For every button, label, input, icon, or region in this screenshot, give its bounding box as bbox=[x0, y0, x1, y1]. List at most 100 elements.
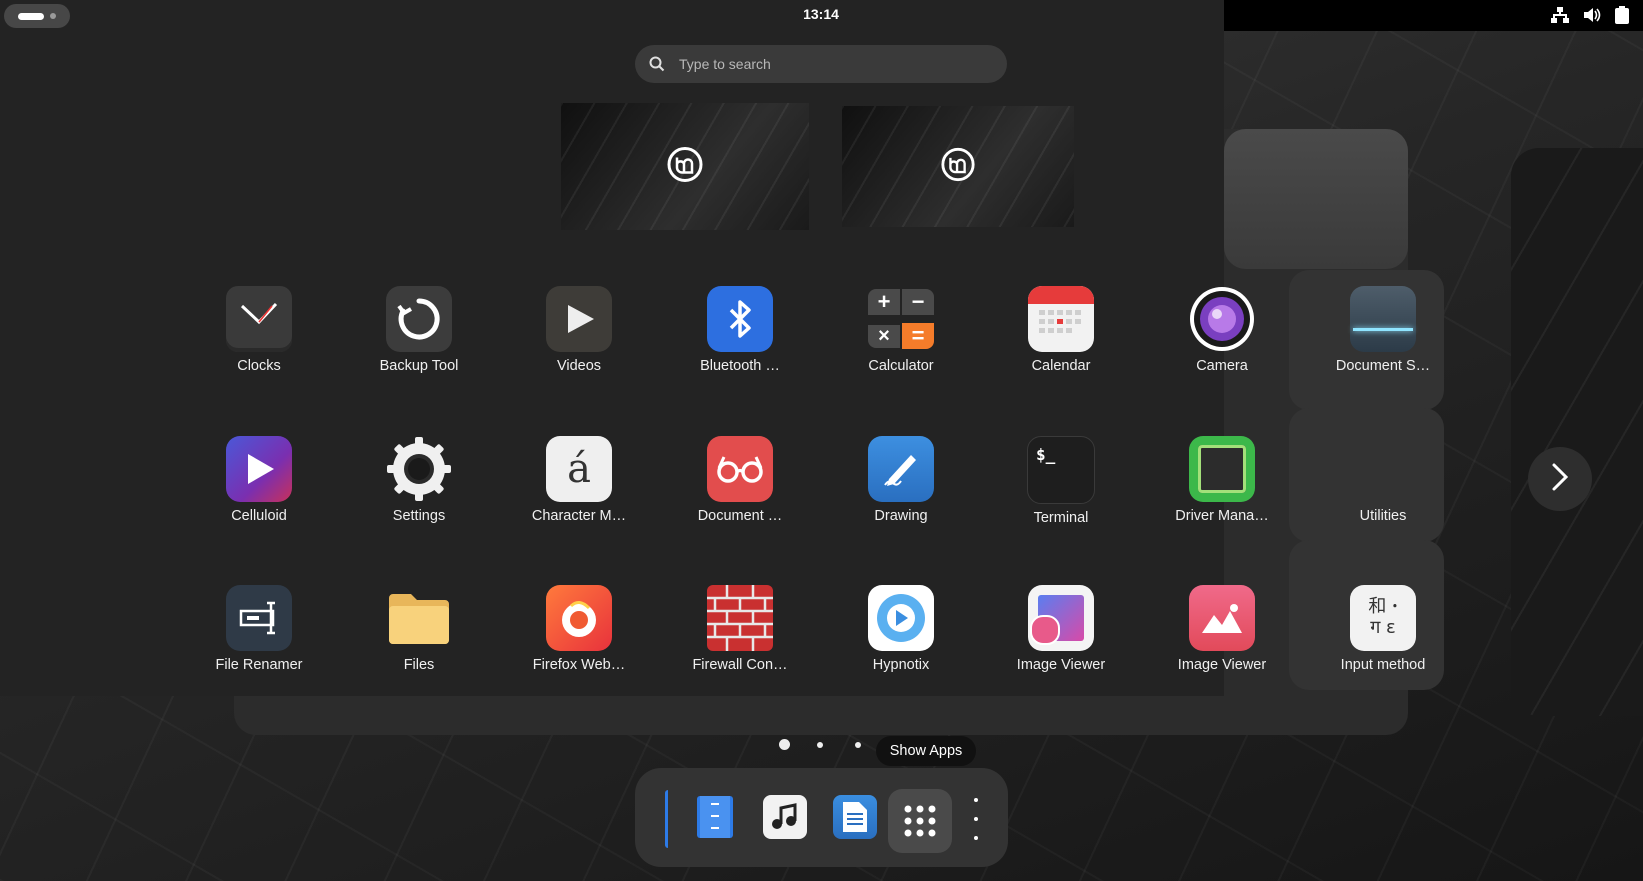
app-label: Calculator bbox=[868, 358, 934, 374]
app-image-viewer-2[interactable]: Image Viewer bbox=[1147, 585, 1297, 673]
scanner-icon bbox=[1350, 286, 1416, 352]
text-editor-icon[interactable] bbox=[827, 789, 883, 845]
app-grid-overlay: 13:14 Clocks Backup Tool Vide bbox=[0, 0, 1444, 696]
backup-icon bbox=[386, 286, 452, 352]
app-label: Image Viewer bbox=[1177, 657, 1267, 673]
page-dot[interactable] bbox=[855, 742, 861, 748]
celluloid-icon bbox=[226, 436, 292, 502]
app-driver-manager[interactable]: Driver Mana… bbox=[1147, 436, 1297, 524]
app-label: Clocks bbox=[237, 358, 281, 374]
clocks-icon bbox=[226, 286, 292, 352]
network-icon[interactable] bbox=[1551, 7, 1569, 23]
app-label: Hypnotix bbox=[872, 657, 930, 673]
app-label: Camera bbox=[1196, 358, 1248, 374]
image-viewer-photo-icon bbox=[1189, 585, 1255, 651]
renamer-icon bbox=[226, 585, 292, 651]
app-utilities[interactable]: Utilities bbox=[1308, 436, 1458, 524]
app-label: Driver Mana… bbox=[1175, 508, 1269, 524]
app-label: Utilities bbox=[1359, 508, 1407, 524]
app-document-scanner[interactable]: Document S… bbox=[1308, 286, 1458, 374]
calendar-icon bbox=[1028, 286, 1094, 352]
input-method-icon: 和 ꞏ ग ε bbox=[1350, 585, 1416, 651]
workspace-preview-top bbox=[1224, 129, 1408, 269]
app-image-viewer-1[interactable]: Image Viewer bbox=[986, 585, 1136, 673]
battery-icon[interactable] bbox=[1615, 6, 1629, 24]
app-label: Celluloid bbox=[231, 508, 287, 524]
app-calendar[interactable]: Calendar bbox=[986, 286, 1136, 374]
next-page-button[interactable] bbox=[1528, 447, 1592, 511]
terminal-icon: $_ bbox=[1027, 436, 1095, 504]
app-calculator[interactable]: + − × = Calculator bbox=[826, 286, 976, 374]
app-file-renamer[interactable]: File Renamer bbox=[184, 585, 334, 673]
app-label: Settings bbox=[392, 508, 446, 524]
glasses-icon bbox=[707, 436, 773, 502]
show-apps-icon[interactable] bbox=[888, 789, 952, 853]
search-icon bbox=[649, 56, 665, 72]
firefox-icon bbox=[546, 585, 612, 651]
bookmarks-icon[interactable] bbox=[687, 789, 743, 845]
app-label: Firefox Web… bbox=[532, 657, 626, 673]
page-dot-active[interactable] bbox=[779, 739, 790, 750]
next-workspace-preview[interactable] bbox=[1511, 148, 1643, 716]
page-dot[interactable] bbox=[817, 742, 823, 748]
app-bluetooth[interactable]: Bluetooth … bbox=[665, 286, 815, 374]
app-videos[interactable]: Videos bbox=[504, 286, 654, 374]
dock bbox=[635, 768, 1008, 867]
calculator-icon: + − × = bbox=[868, 286, 934, 352]
app-label: Files bbox=[403, 657, 435, 673]
app-label: Backup Tool bbox=[379, 358, 459, 374]
drawing-pencil-icon bbox=[868, 436, 934, 502]
bluetooth-icon bbox=[707, 286, 773, 352]
workspace-indicator bbox=[50, 13, 56, 19]
search-input[interactable] bbox=[677, 55, 961, 73]
app-terminal[interactable]: $_ Terminal bbox=[986, 436, 1136, 526]
app-document-viewer[interactable]: Document … bbox=[665, 436, 815, 524]
mint-logo-icon bbox=[666, 145, 704, 188]
workspace-indicator-active bbox=[18, 12, 44, 20]
dock-running-indicator bbox=[665, 790, 672, 848]
show-apps-tooltip: Show Apps bbox=[876, 736, 976, 766]
app-label: Firewall Con… bbox=[692, 657, 788, 673]
app-label: Document … bbox=[697, 508, 783, 524]
app-character-map[interactable]: á Character M… bbox=[504, 436, 654, 524]
system-tray[interactable] bbox=[1551, 6, 1629, 24]
activities-button[interactable] bbox=[4, 4, 70, 28]
search-bar[interactable] bbox=[635, 45, 1007, 83]
app-label: Terminal bbox=[1033, 510, 1089, 526]
music-icon[interactable] bbox=[757, 789, 813, 845]
hypnotix-icon bbox=[868, 585, 934, 651]
clock[interactable]: 13:14 bbox=[788, 6, 854, 22]
app-files[interactable]: Files bbox=[344, 585, 494, 673]
app-label: Bluetooth … bbox=[700, 358, 780, 374]
image-viewer-icon bbox=[1028, 585, 1094, 651]
app-firewall[interactable]: Firewall Con… bbox=[665, 585, 815, 673]
app-firefox[interactable]: Firefox Web… bbox=[504, 585, 654, 673]
camera-icon bbox=[1189, 286, 1255, 352]
app-backup-tool[interactable]: Backup Tool bbox=[344, 286, 494, 374]
app-input-method[interactable]: 和 ꞏ ग ε Input method bbox=[1308, 585, 1458, 673]
app-label: Input method bbox=[1340, 657, 1426, 673]
app-label: Image Viewer bbox=[1016, 657, 1106, 673]
driver-chip-icon bbox=[1189, 436, 1255, 502]
workspace-thumbnail-1[interactable] bbox=[561, 103, 809, 230]
character-map-icon: á bbox=[546, 436, 612, 502]
mint-logo-icon bbox=[940, 146, 976, 187]
folder-icon bbox=[386, 585, 452, 651]
app-celluloid[interactable]: Celluloid bbox=[184, 436, 334, 524]
chevron-right-icon bbox=[1550, 462, 1570, 497]
volume-icon[interactable] bbox=[1583, 7, 1601, 23]
app-label: File Renamer bbox=[215, 657, 303, 673]
app-label: Character M… bbox=[531, 508, 627, 524]
app-label: Document S… bbox=[1335, 358, 1431, 374]
app-clocks[interactable]: Clocks bbox=[184, 286, 334, 374]
dock-more-indicator bbox=[973, 796, 979, 847]
firewall-brick-icon bbox=[707, 585, 773, 651]
app-drawing[interactable]: Drawing bbox=[826, 436, 976, 524]
utilities-folder-icon bbox=[1350, 436, 1416, 502]
app-hypnotix[interactable]: Hypnotix bbox=[826, 585, 976, 673]
app-label: Drawing bbox=[874, 508, 928, 524]
videos-icon bbox=[546, 286, 612, 352]
app-settings[interactable]: Settings bbox=[344, 436, 494, 524]
workspace-thumbnail-2[interactable] bbox=[842, 106, 1074, 227]
app-camera[interactable]: Camera bbox=[1147, 286, 1297, 374]
